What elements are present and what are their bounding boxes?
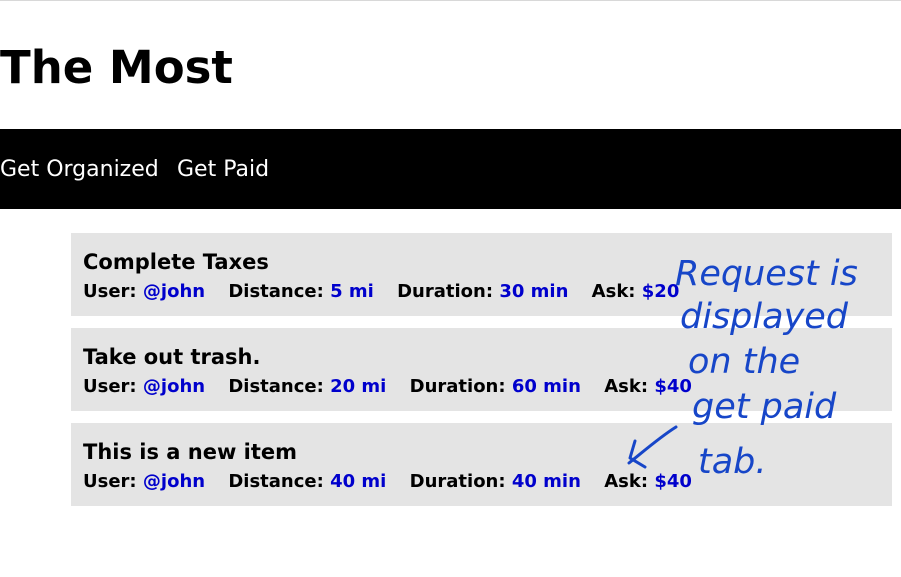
request-title: Take out trash.: [83, 345, 261, 369]
nav-get-paid[interactable]: Get Paid: [177, 129, 269, 209]
user-label: User:: [83, 281, 137, 302]
annotation-arrow: [627, 425, 678, 469]
distance-value: 5 mi: [330, 281, 374, 302]
distance-value: 40 mi: [330, 471, 387, 492]
request-title: This is a new item: [83, 440, 298, 464]
top-border: [0, 0, 901, 1]
user-value: @john: [142, 281, 206, 302]
duration-value: 60 min: [511, 376, 581, 397]
request-meta: User: @john Distance: 5 mi Duration: 30 …: [83, 279, 679, 305]
annotation-line: tab.: [698, 442, 767, 482]
handwritten-annotation: Request is displayed on the get paid tab…: [627, 254, 858, 482]
duration-label: Duration:: [409, 471, 506, 492]
distance-label: Distance:: [228, 471, 324, 492]
duration-label: Duration:: [397, 281, 494, 302]
distance-label: Distance:: [228, 281, 324, 302]
app-title: The Most: [0, 41, 233, 94]
duration-value: 40 min: [511, 471, 581, 492]
user-value: @john: [142, 471, 206, 492]
user-label: User:: [83, 471, 137, 492]
annotation-line: Request is: [675, 254, 858, 294]
user-label: User:: [83, 376, 137, 397]
annotation-line: on the: [688, 342, 800, 382]
user-value: @john: [142, 376, 206, 397]
annotation-line: displayed: [680, 297, 849, 337]
annotation-line: get paid: [692, 387, 837, 427]
navbar: Get Organized Get Paid: [0, 129, 901, 209]
nav-get-organized[interactable]: Get Organized: [0, 129, 159, 209]
distance-value: 20 mi: [330, 376, 387, 397]
duration-label: Duration:: [409, 376, 506, 397]
request-title: Complete Taxes: [83, 250, 269, 274]
duration-value: 30 min: [499, 281, 569, 302]
distance-label: Distance:: [228, 376, 324, 397]
